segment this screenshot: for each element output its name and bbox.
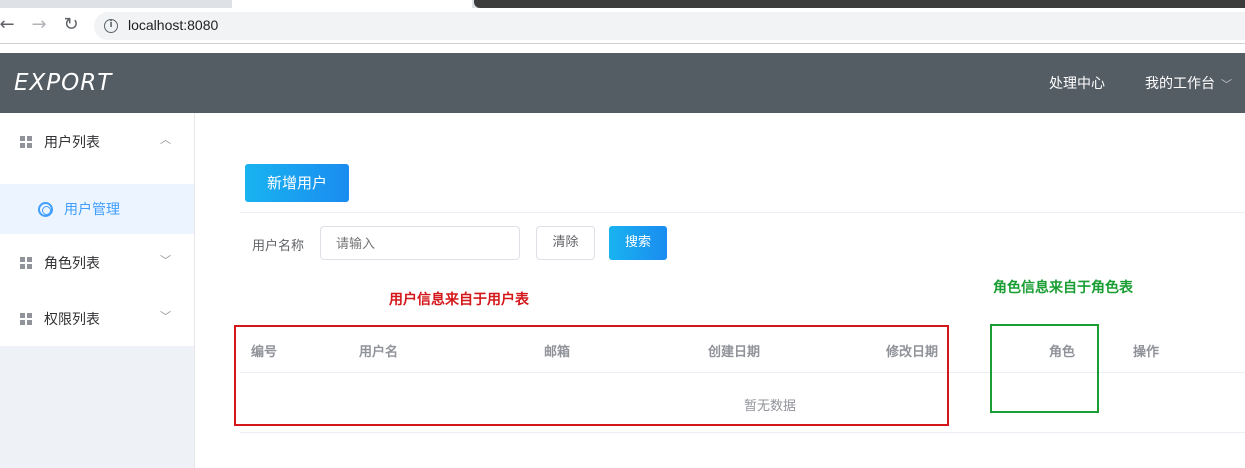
sidebar-item-user-management[interactable]: 用户管理 — [0, 184, 194, 234]
header-menu-processing-center[interactable]: 处理中心 — [1049, 73, 1105, 93]
grid-icon — [20, 257, 33, 270]
browser-tab-strip — [0, 0, 1245, 8]
reload-icon[interactable]: ↻ — [60, 14, 82, 36]
info-icon[interactable]: i — [104, 19, 118, 33]
app-header: EXPORT 处理中心 我的工作台 ﹀ — [0, 53, 1245, 113]
annotation-box-user-fields — [234, 325, 949, 426]
main-content: 新增用户 用户名称 清除 搜索 用户信息来自于用户表 角色信息来自于角色表 编号… — [195, 113, 1245, 468]
sidebar: 用户列表 ︿ 用户管理 角色列表 ﹀ 权限列表 ﹀ — [0, 113, 195, 468]
browser-tab-active[interactable] — [232, 0, 472, 8]
search-button[interactable]: 搜索 — [609, 226, 667, 260]
annotation-role-table: 角色信息来自于角色表 — [993, 280, 1133, 296]
header-menu-my-workbench-label: 我的工作台 — [1145, 76, 1215, 92]
annotation-user-table: 用户信息来自于用户表 — [389, 292, 529, 308]
sidebar-item-user-list[interactable]: 用户列表 ︿ — [0, 113, 194, 169]
username-search-input[interactable] — [320, 226, 520, 260]
sidebar-item-role-list[interactable]: 角色列表 ﹀ — [0, 234, 194, 290]
chevron-down-icon: ﹀ — [160, 310, 171, 323]
app-logo: EXPORT — [14, 70, 113, 96]
chevron-down-icon: ﹀ — [160, 254, 171, 267]
sidebar-item-permission-list[interactable]: 权限列表 ﹀ — [0, 290, 194, 346]
clear-button[interactable]: 清除 — [536, 226, 595, 260]
submenu-spacer — [0, 169, 194, 184]
chrome-gap — [0, 45, 1245, 53]
browser-toolbar: ← → ↻ i localhost:8080 — [0, 8, 1245, 44]
back-arrow-icon[interactable]: ← — [0, 14, 18, 36]
sidebar-item-label: 用户管理 — [64, 202, 120, 218]
sidebar-item-label: 用户列表 — [44, 135, 100, 151]
address-bar[interactable]: i localhost:8080 — [94, 12, 1245, 40]
divider — [240, 212, 1245, 213]
add-user-button[interactable]: 新增用户 — [245, 164, 349, 202]
chevron-down-icon: ﹀ — [1221, 78, 1232, 91]
header-menu-my-workbench[interactable]: 我的工作台 ﹀ — [1145, 73, 1232, 93]
sidebar-item-label: 角色列表 — [44, 256, 100, 272]
annotation-box-role-field — [990, 324, 1099, 413]
search-label: 用户名称 — [252, 239, 305, 254]
column-header-operations[interactable]: 操作 — [1133, 341, 1159, 360]
url-text[interactable]: localhost:8080 — [128, 17, 218, 33]
grid-icon — [20, 136, 33, 149]
browser-tab-inactive[interactable] — [474, 0, 1245, 8]
chevron-up-icon: ︿ — [160, 133, 171, 146]
forward-arrow-icon[interactable]: → — [28, 14, 50, 36]
grid-icon — [20, 313, 33, 326]
life-ring-icon — [38, 202, 53, 217]
sidebar-item-label: 权限列表 — [44, 312, 100, 328]
